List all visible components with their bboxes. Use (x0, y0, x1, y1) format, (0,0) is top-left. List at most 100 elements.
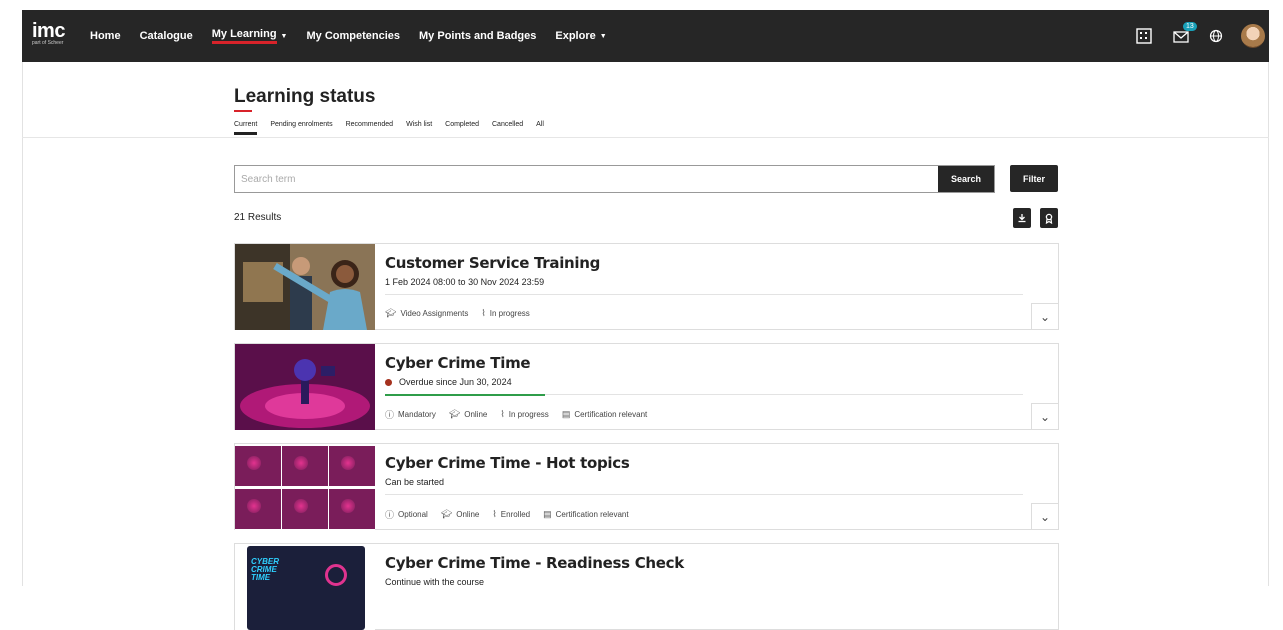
thumbnail-ring (325, 564, 347, 586)
page-title: Learning status (234, 86, 376, 107)
meta-status-label: In progress (489, 309, 530, 318)
divider (22, 137, 1269, 138)
tab-completed[interactable]: Completed (445, 121, 479, 135)
course-thumbnail: CYBER CRIME TIME (235, 544, 375, 630)
course-meta: ⓘ Optional 🎓︎ Online ⌇ Enrolled ▤ Certificat… (385, 508, 642, 521)
course-title[interactable]: Cyber Crime Time - Readiness Check (385, 554, 684, 572)
thumbnail-tile (329, 489, 375, 529)
meta-type: 🎓︎ Online (449, 408, 488, 421)
tab-pending-enrolments[interactable]: Pending enrolments (270, 121, 332, 135)
thumbnail-tile (282, 446, 328, 486)
meta-certification: ▤ Certification relevant (562, 408, 647, 421)
tab-all[interactable]: All (536, 121, 544, 135)
course-status: Overdue since Jun 30, 2024 (385, 377, 512, 387)
meta-certification: ▤ Certification relevant (543, 508, 628, 521)
nav-home[interactable]: Home (90, 30, 121, 42)
tab-recommended[interactable]: Recommended (346, 121, 393, 135)
meta-status: ⌇ In progress (481, 308, 529, 319)
course-meta: 🎓︎ Video Assignments ⌇ In progress (385, 308, 543, 319)
course-card[interactable]: Cyber Crime Time - Hot topics Can be sta… (234, 443, 1059, 530)
course-meta: ⓘ Mandatory 🎓︎ Online ⌇ In progress ▤ Certif… (385, 408, 660, 421)
certificate-download-icon[interactable] (1040, 208, 1058, 228)
course-thumbnail (235, 244, 375, 330)
activity-icon: ⌇ (500, 409, 505, 419)
meta-type: 🎓︎ Video Assignments (385, 308, 468, 319)
search-bar: Search (234, 165, 995, 193)
nav-my-learning-label: My Learning (211, 28, 277, 44)
title-underline (234, 110, 252, 112)
expand-chevron-icon[interactable]: ⌄ (1031, 303, 1059, 330)
progress-track (385, 494, 1023, 495)
meta-requirement: ⓘ Optional (385, 508, 428, 521)
thumbnail-tile (282, 489, 328, 529)
course-title[interactable]: Cyber Crime Time (385, 354, 531, 372)
expand-chevron-icon[interactable]: ⌄ (1031, 403, 1059, 430)
course-title[interactable]: Cyber Crime Time - Hot topics (385, 454, 630, 472)
nav-catalogue[interactable]: Catalogue (140, 30, 193, 42)
imc-logo[interactable]: imc part of Scheer (32, 21, 74, 46)
course-title[interactable]: Customer Service Training (385, 254, 600, 272)
course-card[interactable]: CYBER CRIME TIME Cyber Crime Time - Read… (234, 543, 1059, 630)
notification-badge: 13 (1183, 22, 1197, 31)
thumbnail-tile (235, 489, 281, 529)
main-nav: Home Catalogue My Learning ▼ My Competenc… (90, 10, 626, 62)
tab-cancelled[interactable]: Cancelled (492, 121, 523, 135)
caret-down-icon: ▼ (280, 32, 288, 40)
graduation-cap-icon: 🎓︎ (448, 409, 461, 419)
graduation-cap-icon: 🎓︎ (385, 308, 397, 318)
info-icon: ⓘ (385, 510, 395, 520)
thumbnail-tile (235, 446, 281, 486)
meta-requirement: ⓘ Mandatory (385, 408, 436, 421)
nav-my-competencies[interactable]: My Competencies (306, 30, 400, 42)
expand-chevron-icon[interactable]: ⌄ (1031, 503, 1059, 530)
user-avatar[interactable] (1241, 24, 1265, 48)
caret-down-icon: ▼ (599, 32, 607, 40)
activity-icon: ⌇ (492, 509, 497, 519)
meta-type: 🎓︎ Online (441, 508, 480, 521)
nav-explore[interactable]: Explore ▼ (555, 30, 606, 42)
meta-status-label: Enrolled (500, 510, 531, 519)
nav-points-badges-label: My Points and Badges (419, 30, 537, 42)
activity-icon: ⌇ (481, 308, 486, 318)
logo-subtext: part of Scheer (32, 40, 64, 46)
nav-my-competencies-label: My Competencies (306, 30, 401, 42)
course-status-text: Overdue since Jun 30, 2024 (399, 377, 512, 387)
course-status-text: Can be started (385, 477, 445, 487)
globe-icon[interactable] (1209, 29, 1223, 43)
thumbnail-text: CYBER CRIME TIME (251, 557, 280, 582)
nav-points-badges[interactable]: My Points and Badges (419, 30, 536, 42)
thumbnail-tile (329, 446, 375, 486)
nav-my-learning[interactable]: My Learning ▼ (211, 28, 288, 44)
meta-requirement-label: Optional (398, 510, 428, 519)
thumbnail-panel: CYBER CRIME TIME (247, 546, 365, 630)
course-thumbnail (235, 444, 375, 530)
meta-status: ⌇ In progress (500, 408, 548, 421)
meta-certification-label: Certification relevant (574, 410, 648, 419)
course-card[interactable]: Cyber Crime Time Overdue since Jun 30, 2… (234, 343, 1059, 430)
mail-icon[interactable]: 13 (1173, 22, 1197, 43)
building-icon[interactable] (1135, 27, 1153, 45)
header-actions: 13 (1115, 10, 1269, 62)
course-status: Can be started (385, 477, 444, 487)
meta-certification-label: Certification relevant (555, 510, 629, 519)
filter-button[interactable]: Filter (1010, 165, 1058, 192)
search-button[interactable]: Search (938, 166, 994, 192)
graduation-cap-icon: 🎓︎ (440, 509, 453, 519)
nav-explore-label: Explore (555, 30, 596, 42)
tab-wish-list[interactable]: Wish list (406, 121, 432, 135)
course-card[interactable]: Customer Service Training 1 Feb 2024 08:… (234, 243, 1059, 330)
info-icon: ⓘ (385, 410, 395, 420)
meta-status-label: In progress (508, 410, 549, 419)
status-tabs: Current Pending enrolments Recommended W… (234, 121, 557, 135)
download-icon[interactable] (1013, 208, 1031, 228)
course-dates: 1 Feb 2024 08:00 to 30 Nov 2024 23:59 (385, 277, 544, 287)
top-navbar: imc part of Scheer Home Catalogue My Lea… (22, 10, 1269, 62)
tab-current[interactable]: Current (234, 121, 258, 135)
course-dates-text: 1 Feb 2024 08:00 to 30 Nov 2024 23:59 (385, 277, 545, 287)
nav-home-label: Home (90, 30, 121, 42)
course-thumbnail (235, 344, 375, 430)
meta-type-label: Online (464, 410, 488, 419)
meta-requirement-label: Mandatory (398, 410, 436, 419)
search-input[interactable] (235, 166, 938, 192)
meta-type-label: Video Assignments (400, 309, 469, 318)
